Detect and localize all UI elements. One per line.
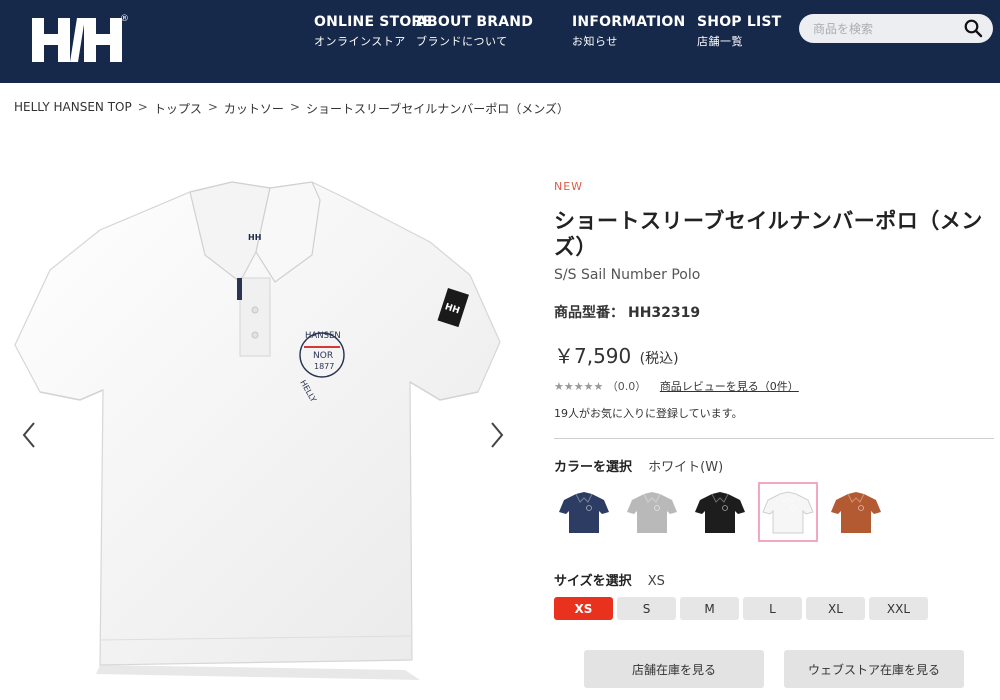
svg-text:HH: HH	[248, 233, 261, 242]
nav-label-jp: 店舗一覧	[697, 35, 743, 48]
chevron-left-icon	[22, 422, 35, 448]
size-option-xxl[interactable]: XXL	[869, 597, 928, 620]
product-title-en: S/S Sail Number Polo	[554, 267, 701, 283]
size-option-xl[interactable]: XL	[806, 597, 865, 620]
size-option-xs[interactable]: XS	[554, 597, 613, 620]
color-selector-label: カラーを選択 ホワイト(W)	[554, 456, 723, 475]
size-options: XS S M L XL XXL	[554, 597, 928, 620]
size-option-l[interactable]: L	[743, 597, 802, 620]
breadcrumb-separator: >	[137, 100, 148, 114]
nav-label-jp: ブランドについて	[416, 35, 508, 48]
nav-label-en: ONLINE STORE	[314, 14, 433, 30]
color-swatches	[554, 482, 886, 542]
nav-information[interactable]: INFORMATION お知らせ	[572, 14, 685, 49]
svg-text:HANSEN: HANSEN	[305, 331, 341, 341]
polo-thumbnail-icon	[695, 492, 745, 533]
review-link[interactable]: 商品レビューを見る（0件）	[660, 380, 799, 393]
price: ￥7,590 (税込)	[554, 340, 679, 369]
rating-value: （0.0）	[606, 380, 647, 393]
web-stock-button[interactable]: ウェブストア在庫を見る	[784, 650, 964, 688]
color-swatch-white[interactable]	[758, 482, 818, 542]
color-swatch-orange[interactable]	[826, 482, 886, 542]
store-stock-button[interactable]: 店舗在庫を見る	[584, 650, 764, 688]
breadcrumb: HELLY HANSEN TOP > トップス > カットソー > ショートスリ…	[14, 100, 569, 117]
color-label: カラーを選択	[554, 460, 633, 475]
model-value: HH32319	[628, 305, 701, 321]
nav-label-jp: オンラインストア	[314, 35, 406, 48]
color-swatch-gray[interactable]	[622, 482, 682, 542]
color-swatch-navy[interactable]	[554, 482, 614, 542]
search-icon[interactable]	[964, 19, 983, 38]
breadcrumb-separator: >	[289, 100, 300, 114]
favorite-count: 19人がお気に入りに登録しています。	[554, 407, 743, 420]
search-input[interactable]	[813, 19, 963, 38]
gallery-prev-button[interactable]	[18, 415, 42, 455]
product-image: HH HANSEN NOR 1877 HELLY HH	[14, 181, 501, 680]
breadcrumb-current: ショートスリーブセイルナンバーポロ（メンズ）	[305, 102, 570, 116]
nav-online-store[interactable]: ONLINE STORE オンラインストア	[314, 14, 432, 49]
nav-label-en: ABOUT BRAND	[416, 14, 534, 30]
nav-label-en: SHOP LIST	[697, 14, 782, 30]
divider	[554, 438, 994, 439]
review-summary: ★★★★★ （0.0） 商品レビューを見る（0件）	[554, 378, 799, 394]
polo-thumbnail-icon	[762, 491, 814, 534]
nav-label-jp: お知らせ	[572, 35, 618, 48]
price-tax-note: (税込)	[639, 351, 679, 367]
size-option-s[interactable]: S	[617, 597, 676, 620]
helly-hansen-logo[interactable]: ®	[30, 12, 130, 68]
price-value: ￥7,590	[554, 344, 632, 368]
model-number: 商品型番： HH32319	[554, 302, 700, 322]
size-selected: XS	[647, 574, 665, 589]
size-label: サイズを選択	[554, 574, 632, 589]
svg-text:®: ®	[120, 14, 129, 24]
product-gallery: HH HANSEN NOR 1877 HELLY HH	[0, 160, 530, 700]
nav-about-brand[interactable]: ABOUT BRAND ブランドについて	[416, 14, 533, 49]
size-option-m[interactable]: M	[680, 597, 739, 620]
polo-thumbnail-icon	[831, 492, 881, 533]
size-selector-label: サイズを選択 XS	[554, 570, 665, 589]
rating-stars-icon: ★★★★★	[554, 380, 604, 393]
svg-text:NOR: NOR	[313, 351, 333, 361]
svg-text:1877: 1877	[314, 362, 334, 371]
nav-label-en: INFORMATION	[572, 14, 686, 30]
nav-shop-list[interactable]: SHOP LIST 店舗一覧	[697, 14, 781, 49]
new-badge: NEW	[554, 180, 584, 193]
breadcrumb-home[interactable]: HELLY HANSEN TOP	[14, 100, 132, 117]
gallery-next-button[interactable]	[484, 415, 508, 455]
polo-thumbnail-icon	[559, 492, 609, 533]
product-info: NEW ショートスリーブセイルナンバーポロ（メンズ） S/S Sail Numb…	[554, 180, 994, 688]
color-swatch-black[interactable]	[690, 482, 750, 542]
chevron-right-icon	[491, 422, 504, 448]
site-header: ® ONLINE STORE オンラインストア ABOUT BRAND ブランド…	[0, 0, 1000, 83]
breadcrumb-cutsew[interactable]: カットソー	[224, 100, 284, 117]
breadcrumb-tops[interactable]: トップス	[154, 100, 202, 117]
search-box	[799, 14, 993, 43]
model-label: 商品型番：	[554, 305, 624, 321]
polo-thumbnail-icon	[627, 492, 677, 533]
color-selected: ホワイト(W)	[648, 460, 724, 475]
breadcrumb-separator: >	[207, 100, 218, 114]
stock-actions: 店舗在庫を見る ウェブストア在庫を見る	[584, 650, 964, 688]
product-title: ショートスリーブセイルナンバーポロ（メンズ）	[554, 209, 983, 259]
